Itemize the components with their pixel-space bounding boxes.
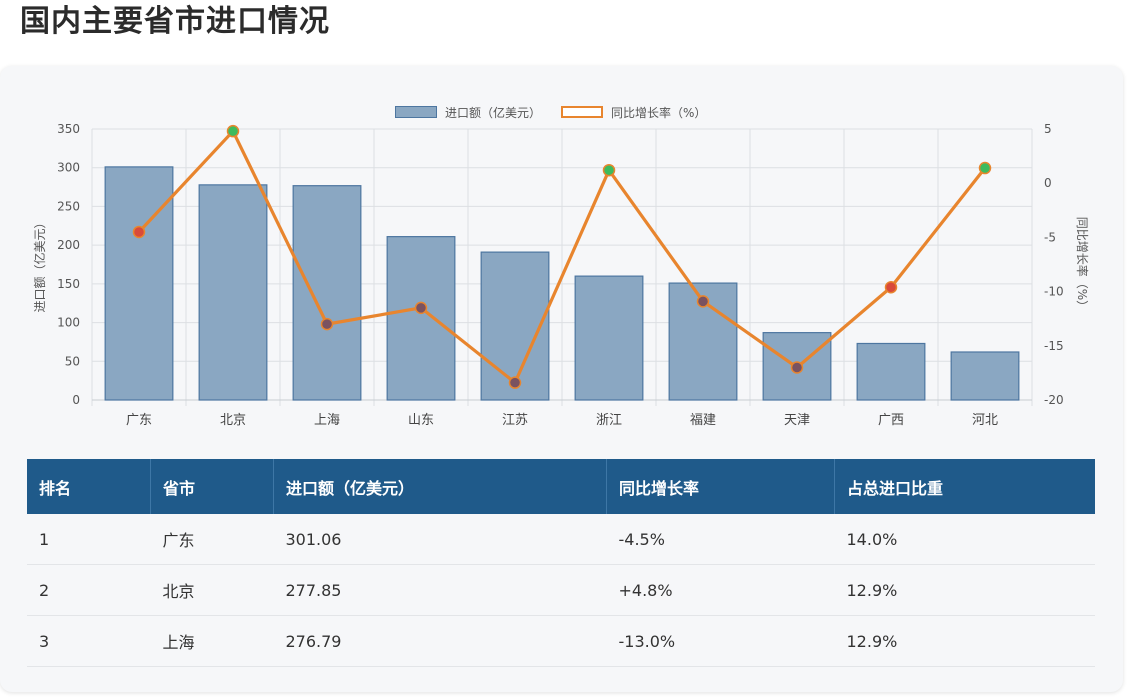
bar-上海 [292, 185, 362, 401]
growth-point-浙江 [602, 163, 616, 177]
legend-line-swatch [561, 106, 604, 118]
header-rank: 排名 [27, 459, 151, 514]
table-row: 2 北京 277.85 +4.8% 12.9% [27, 564, 1095, 616]
chart-card: 0 50 100 150 200 250 300 350 -20 -15 -10 -5 0 5 广东 北京 上海… [0, 66, 1123, 692]
growth-point-河北 [978, 161, 992, 175]
combo-chart: 0 50 100 150 200 250 300 350 -20 -15 -10 -5 0 5 广东 北京 上海… [32, 122, 1090, 428]
growth-point-广西 [884, 281, 898, 294]
y2-axis-tick-label: -5 [1044, 230, 1056, 244]
table-row: 1 广东 301.06 -4.5% 14.0% [27, 514, 1095, 565]
y2-axis-tick-label: -20 [1044, 393, 1064, 407]
cell-import-amount: 276.79 [273, 615, 607, 667]
legend-bar-swatch [395, 106, 437, 118]
cell-rank: 2 [27, 564, 151, 616]
x-axis-tick-label: 上海 [314, 413, 340, 428]
cell-province: 广东 [150, 514, 274, 565]
bar-广东 [104, 166, 174, 401]
y-axis-tick-label: 150 [57, 277, 80, 291]
y-axis-tick-label: 200 [57, 238, 80, 252]
x-axis-tick-label: 浙江 [596, 413, 622, 428]
cell-share: 12.9% [834, 615, 1095, 667]
cell-growth-rate: +4.8% [606, 564, 835, 616]
page-title: 国内主要省市进口情况 [20, 4, 330, 39]
x-axis-tick-label: 北京 [220, 413, 246, 428]
growth-point-江苏 [508, 376, 522, 389]
table-row: 3 上海 276.79 -13.0% 12.9% [27, 615, 1095, 667]
header-share: 占总进口比重 [834, 459, 1095, 514]
growth-point-福建 [696, 295, 710, 308]
x-axis-tick-label: 天津 [784, 413, 810, 428]
x-axis-tick-label: 福建 [690, 413, 716, 428]
x-axis-tick-label: 江苏 [502, 412, 528, 428]
x-axis-tick-label: 广西 [878, 413, 904, 428]
bar-河北 [950, 351, 1020, 401]
y-axis-tick-label: 300 [57, 161, 80, 175]
cell-import-amount: 301.06 [273, 514, 607, 565]
header-import-amount: 进口额（亿美元） [273, 459, 607, 514]
cell-rank: 3 [27, 615, 151, 667]
bar-浙江 [574, 275, 644, 401]
legend-item-bar[interactable]: 进口额（亿美元） [395, 104, 541, 121]
y-axis-tick-label: 250 [57, 199, 80, 213]
cell-growth-rate: -4.5% [606, 514, 835, 565]
growth-point-天津 [790, 361, 804, 374]
bar-广西 [856, 342, 926, 401]
table-header-row: 排名 省市 进口额（亿美元） 同比增长率 占总进口比重 [27, 459, 1095, 514]
y2-axis-tick-label: 5 [1044, 122, 1052, 136]
cell-import-amount: 277.85 [273, 564, 607, 616]
header-province: 省市 [150, 459, 274, 514]
cell-share: 14.0% [834, 514, 1095, 565]
y2-axis-tick-label: -15 [1044, 339, 1064, 353]
ranking-table: 排名 省市 进口额（亿美元） 同比增长率 占总进口比重 1 广东 301.06 … [27, 459, 1095, 667]
cell-province: 北京 [150, 564, 274, 616]
y-axis-tick-label: 350 [57, 122, 80, 136]
legend-bar-label: 进口额（亿美元） [445, 105, 542, 120]
legend-line-label: 同比增长率（%） [611, 105, 707, 120]
y-axis-tick-label: 50 [65, 354, 80, 368]
growth-point-上海 [320, 317, 334, 331]
x-axis-tick-label: 山东 [408, 413, 434, 428]
y2-axis-title: 同比增长率（%） [1075, 217, 1090, 312]
y2-axis-tick-label: 0 [1044, 176, 1052, 190]
header-growth-rate: 同比增长率 [606, 459, 835, 514]
cell-share: 12.9% [834, 564, 1095, 616]
bar-北京 [198, 184, 268, 401]
x-axis-tick-label: 河北 [972, 413, 998, 428]
y-axis-tick-label: 100 [57, 316, 80, 330]
chart-legend: 进口额（亿美元） 同比增长率（%） [395, 103, 726, 121]
x-axis-tick-label: 广东 [126, 413, 152, 428]
growth-point-山东 [414, 301, 428, 315]
cell-province: 上海 [150, 615, 274, 667]
cell-rank: 1 [27, 514, 151, 565]
y-axis-tick-label: 0 [72, 393, 80, 407]
cell-growth-rate: -13.0% [606, 615, 835, 667]
growth-point-广东 [132, 225, 146, 239]
growth-point-北京 [226, 124, 240, 138]
legend-item-line[interactable]: 同比增长率（%） [561, 104, 706, 121]
y2-axis-tick-label: -10 [1044, 285, 1064, 299]
bar-山东 [386, 236, 456, 401]
y-axis-title: 进口额（亿美元） [32, 216, 47, 312]
